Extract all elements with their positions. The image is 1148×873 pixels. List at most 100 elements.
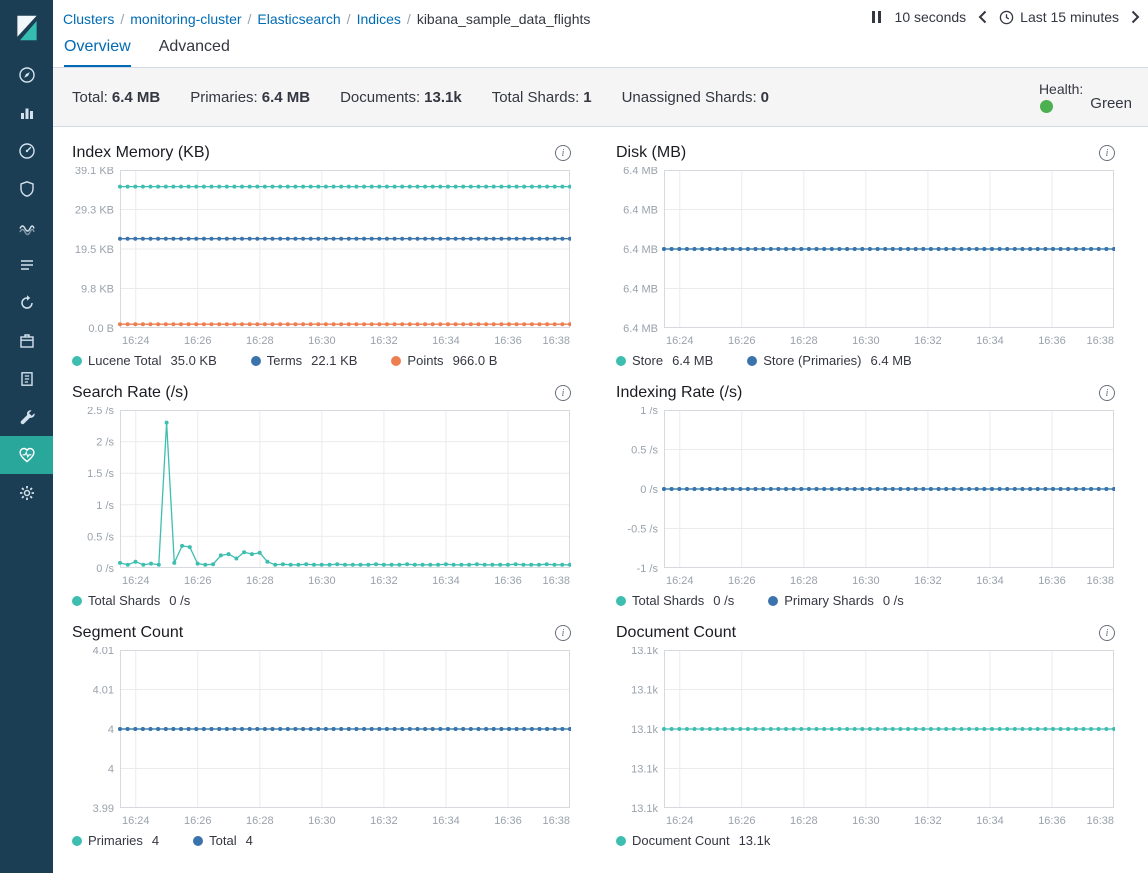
svg-text:3.99: 3.99 (93, 803, 114, 815)
legend-item-total[interactable]: Total4 (193, 833, 253, 848)
sidebar-item-dev-tools-console[interactable] (0, 360, 53, 398)
legend-item-store-primaries[interactable]: Store (Primaries)6.4 MB (747, 353, 911, 368)
health-indicator: Health: Green (1039, 81, 1132, 113)
chart-plot-area[interactable]: 1 /s0.5 /s0 /s-0.5 /s-1 /s16:2416:2616:2… (616, 407, 1115, 590)
svg-text:16:24: 16:24 (666, 575, 694, 587)
legend-series-name: Store (Primaries) (763, 353, 861, 368)
legend-item-store[interactable]: Store6.4 MB (616, 353, 713, 368)
svg-text:16:38: 16:38 (542, 815, 570, 827)
info-icon[interactable]: i (1099, 145, 1115, 161)
chart-canvas: 6.4 MB6.4 MB6.4 MB6.4 MB6.4 MB16:2416:26… (616, 167, 1115, 350)
info-icon[interactable]: i (555, 385, 571, 401)
svg-text:0.0 B: 0.0 B (88, 323, 114, 335)
legend-item-primaries[interactable]: Primaries4 (72, 833, 159, 848)
chart-title: Disk (MB) (616, 144, 686, 162)
svg-text:16:26: 16:26 (184, 815, 212, 827)
breadcrumb-link-elasticsearch[interactable]: Elasticsearch (257, 11, 340, 27)
svg-text:16:24: 16:24 (122, 575, 150, 587)
refresh-interval-label[interactable]: 10 seconds (895, 9, 967, 25)
stat-unassigned-shards: Unassigned Shards:0 (622, 89, 769, 106)
chart-legend: Store6.4 MB Store (Primaries)6.4 MB (616, 353, 1115, 368)
svg-text:16:34: 16:34 (976, 575, 1004, 587)
legend-series-value: 0 /s (169, 593, 190, 608)
chart-plot-area[interactable]: 4.014.01443.9916:2416:2616:2816:3016:321… (72, 647, 571, 830)
svg-text:6.4 MB: 6.4 MB (623, 284, 658, 296)
chart-title: Segment Count (72, 624, 183, 642)
sidebar-item-logs[interactable] (0, 246, 53, 284)
pause-button[interactable] (870, 9, 883, 25)
svg-text:16:28: 16:28 (790, 815, 818, 827)
svg-text:16:34: 16:34 (432, 815, 460, 827)
svg-text:16:36: 16:36 (1038, 815, 1066, 827)
info-icon[interactable]: i (1099, 625, 1115, 641)
info-icon[interactable]: i (555, 625, 571, 641)
chart-plot-area[interactable]: 13.1k13.1k13.1k13.1k13.1k16:2416:2616:28… (616, 647, 1115, 830)
breadcrumb-separator: / (248, 11, 252, 27)
legend-item-lucene-total[interactable]: Lucene Total35.0 KB (72, 353, 217, 368)
sidebar-item-monitoring[interactable] (0, 436, 53, 474)
sidebar-item-dev-tools[interactable] (0, 398, 53, 436)
legend-item-total-shards[interactable]: Total Shards0 /s (72, 593, 190, 608)
time-range-picker[interactable]: Last 15 minutes (999, 9, 1119, 25)
sidebar-item-security[interactable] (0, 170, 53, 208)
chart-plot-area[interactable]: 2.5 /s2 /s1.5 /s1 /s0.5 /s0 /s16:2416:26… (72, 407, 571, 590)
legend-dot (616, 596, 626, 606)
legend-series-name: Points (407, 353, 443, 368)
info-icon[interactable]: i (1099, 385, 1115, 401)
svg-text:13.1k: 13.1k (631, 685, 658, 697)
chart-canvas: 13.1k13.1k13.1k13.1k13.1k16:2416:2616:28… (616, 647, 1115, 830)
tab-overview[interactable]: Overview (64, 38, 131, 67)
sidebar-item-uptime[interactable] (0, 284, 53, 322)
stat-value: 6.4 MB (262, 89, 310, 106)
sidebar-item-dashboard[interactable] (0, 132, 53, 170)
svg-text:16:30: 16:30 (852, 815, 880, 827)
svg-text:13.1k: 13.1k (631, 647, 658, 657)
sidebar-item-discover[interactable] (0, 56, 53, 94)
chart-title: Document Count (616, 624, 736, 642)
svg-text:16:24: 16:24 (122, 335, 150, 347)
sidebar-item-apm[interactable] (0, 322, 53, 360)
legend-series-value: 966.0 B (453, 353, 498, 368)
legend-dot (72, 596, 82, 606)
svg-text:6.4 MB: 6.4 MB (623, 244, 658, 256)
tab-advanced[interactable]: Advanced (159, 38, 230, 67)
stat-label: Unassigned Shards: (622, 89, 757, 106)
svg-text:-1 /s: -1 /s (637, 563, 659, 575)
svg-text:16:36: 16:36 (494, 815, 522, 827)
chart-header: Indexing Rate (/s) i (616, 381, 1115, 405)
info-icon[interactable]: i (555, 145, 571, 161)
svg-text:16:38: 16:38 (542, 575, 570, 587)
chart-header: Search Rate (/s) i (72, 381, 571, 405)
health-status-dot (1040, 100, 1053, 113)
chart-panel-document-count: Document Count i 13.1k13.1k13.1k13.1k13.… (616, 621, 1115, 848)
svg-text:16:36: 16:36 (1038, 335, 1066, 347)
legend-item-points[interactable]: Points 966.0 B (391, 353, 497, 368)
legend-item-document-count[interactable]: Document Count13.1k (616, 833, 770, 848)
time-range-label: Last 15 minutes (1020, 9, 1119, 25)
svg-text:16:26: 16:26 (184, 335, 212, 347)
kibana-logo[interactable] (0, 0, 53, 56)
breadcrumb-link-clusters[interactable]: Clusters (63, 11, 114, 27)
index-summary-bar: Total:6.4 MBPrimaries:6.4 MBDocuments:13… (53, 67, 1148, 127)
breadcrumb-separator: / (407, 11, 411, 27)
breadcrumb-link-monitoring-cluster[interactable]: monitoring-cluster (130, 11, 241, 27)
legend-item-total-shards[interactable]: Total Shards0 /s (616, 593, 734, 608)
sidebar-item-visualize[interactable] (0, 94, 53, 132)
svg-text:16:32: 16:32 (370, 335, 398, 347)
legend-dot (72, 356, 82, 366)
chart-plot-area[interactable]: 39.1 KB29.3 KB19.5 KB9.8 KB0.0 B16:2416:… (72, 167, 571, 350)
bar-chart-icon (18, 104, 36, 122)
stat-value: 13.1k (424, 89, 462, 106)
legend-series-value: 4 (246, 833, 253, 848)
sidebar-item-timelion[interactable] (0, 208, 53, 246)
svg-text:4: 4 (108, 724, 114, 736)
breadcrumb-link-indices[interactable]: Indices (357, 11, 401, 27)
chart-plot-area[interactable]: 6.4 MB6.4 MB6.4 MB6.4 MB6.4 MB16:2416:26… (616, 167, 1115, 350)
chevron-right-icon[interactable] (1131, 10, 1140, 24)
legend-series-name: Terms (267, 353, 302, 368)
svg-text:16:26: 16:26 (728, 335, 756, 347)
sidebar-item-management[interactable] (0, 474, 53, 512)
legend-item-terms[interactable]: Terms22.1 KB (251, 353, 358, 368)
chevron-left-icon[interactable] (978, 10, 987, 24)
legend-item-primary-shards[interactable]: Primary Shards0 /s (768, 593, 904, 608)
